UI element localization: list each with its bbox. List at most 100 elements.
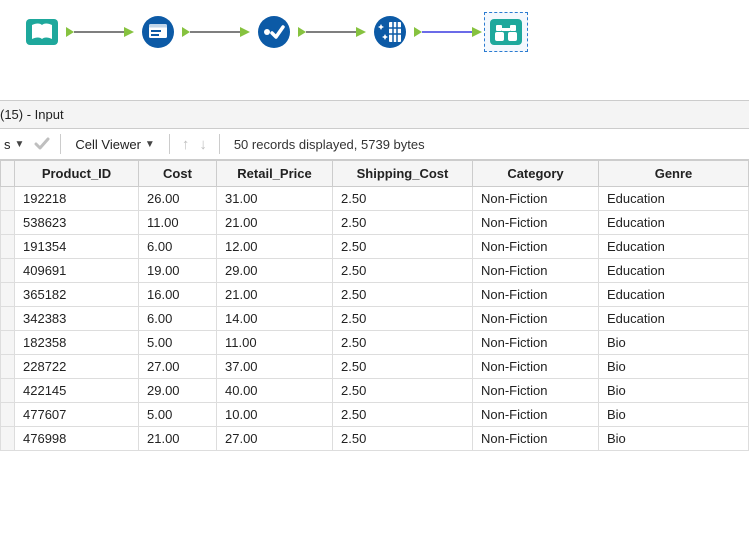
cell-genre[interactable]: Bio [599,427,749,451]
table-row[interactable]: 53862311.0021.002.50Non-FictionEducation [1,211,749,235]
cell-category[interactable]: Non-Fiction [473,427,599,451]
cell-retail-price[interactable]: 31.00 [217,187,333,211]
cell-retail-price[interactable]: 12.00 [217,235,333,259]
cell-shipping-cost[interactable]: 2.50 [333,283,473,307]
cell-category[interactable]: Non-Fiction [473,355,599,379]
cell-shipping-cost[interactable]: 2.50 [333,331,473,355]
table-row[interactable]: 3423836.0014.002.50Non-FictionEducation [1,307,749,331]
cell-product-id[interactable]: 538623 [15,211,139,235]
cell-retail-price[interactable]: 10.00 [217,403,333,427]
cell-cost[interactable]: 29.00 [139,379,217,403]
cell-product-id[interactable]: 342383 [15,307,139,331]
arrow-up-icon[interactable]: ↑ [180,136,192,153]
apply-check-icon[interactable] [34,137,50,151]
cell-shipping-cost[interactable]: 2.50 [333,427,473,451]
cell-genre[interactable]: Education [599,259,749,283]
table-row[interactable]: 40969119.0029.002.50Non-FictionEducation [1,259,749,283]
cell-shipping-cost[interactable]: 2.50 [333,403,473,427]
table-row[interactable]: 36518216.0021.002.50Non-FictionEducation [1,283,749,307]
col-header-retail-price[interactable]: Retail_Price [217,161,333,187]
cell-genre[interactable]: Education [599,235,749,259]
cell-cost[interactable]: 5.00 [139,403,217,427]
cell-genre[interactable]: Education [599,283,749,307]
cell-cost[interactable]: 6.00 [139,235,217,259]
cell-category[interactable]: Non-Fiction [473,307,599,331]
col-header-shipping-cost[interactable]: Shipping_Cost [333,161,473,187]
table-row[interactable]: 22872227.0037.002.50Non-FictionBio [1,355,749,379]
cell-category[interactable]: Non-Fiction [473,379,599,403]
cell-genre[interactable]: Bio [599,403,749,427]
cell-cost[interactable]: 6.00 [139,307,217,331]
workflow-node-browse[interactable] [136,12,180,52]
cell-product-id[interactable]: 409691 [15,259,139,283]
cell-genre[interactable]: Education [599,307,749,331]
cell-shipping-cost[interactable]: 2.50 [333,379,473,403]
cell-retail-price[interactable]: 21.00 [217,283,333,307]
cell-shipping-cost[interactable]: 2.50 [333,259,473,283]
workflow-node-input[interactable] [20,12,64,52]
col-header-cost[interactable]: Cost [139,161,217,187]
cell-genre[interactable]: Bio [599,331,749,355]
cell-shipping-cost[interactable]: 2.50 [333,235,473,259]
cell-category[interactable]: Non-Fiction [473,211,599,235]
table-row[interactable]: 1913546.0012.002.50Non-FictionEducation [1,235,749,259]
browse-icon [140,14,176,50]
row-gutter [1,427,15,451]
table-row[interactable]: 19221826.0031.002.50Non-FictionEducation [1,187,749,211]
col-header-category[interactable]: Category [473,161,599,187]
cell-viewer-label: Cell Viewer [75,137,141,152]
arrow-down-icon[interactable]: ↓ [197,136,209,153]
col-header-product-id[interactable]: Product_ID [15,161,139,187]
separator [60,134,61,154]
cell-retail-price[interactable]: 11.00 [217,331,333,355]
cell-product-id[interactable]: 476998 [15,427,139,451]
workflow-node-cleanse[interactable] [368,12,412,52]
workflow-node-select[interactable] [252,12,296,52]
cell-product-id[interactable]: 192218 [15,187,139,211]
cell-cost[interactable]: 11.00 [139,211,217,235]
cell-cost[interactable]: 21.00 [139,427,217,451]
cell-cost[interactable]: 16.00 [139,283,217,307]
cell-retail-price[interactable]: 14.00 [217,307,333,331]
cell-category[interactable]: Non-Fiction [473,259,599,283]
cell-retail-price[interactable]: 27.00 [217,427,333,451]
cell-cost[interactable]: 27.00 [139,355,217,379]
table-row[interactable]: 42214529.0040.002.50Non-FictionBio [1,379,749,403]
cell-category[interactable]: Non-Fiction [473,235,599,259]
cell-genre[interactable]: Education [599,211,749,235]
cell-cost[interactable]: 19.00 [139,259,217,283]
col-header-genre[interactable]: Genre [599,161,749,187]
cell-product-id[interactable]: 422145 [15,379,139,403]
cell-shipping-cost[interactable]: 2.50 [333,355,473,379]
cell-shipping-cost[interactable]: 2.50 [333,307,473,331]
cell-genre[interactable]: Bio [599,355,749,379]
cell-cost[interactable]: 5.00 [139,331,217,355]
workflow-canvas[interactable] [0,0,749,100]
table-row[interactable]: 47699821.0027.002.50Non-FictionBio [1,427,749,451]
cell-product-id[interactable]: 228722 [15,355,139,379]
row-gutter [1,259,15,283]
cell-category[interactable]: Non-Fiction [473,283,599,307]
cell-retail-price[interactable]: 40.00 [217,379,333,403]
cell-category[interactable]: Non-Fiction [473,331,599,355]
cell-genre[interactable]: Education [599,187,749,211]
book-icon [24,17,60,47]
cell-retail-price[interactable]: 37.00 [217,355,333,379]
table-row[interactable]: 1823585.0011.002.50Non-FictionBio [1,331,749,355]
cell-product-id[interactable]: 191354 [15,235,139,259]
cell-shipping-cost[interactable]: 2.50 [333,211,473,235]
cell-product-id[interactable]: 365182 [15,283,139,307]
cell-viewer-dropdown[interactable]: Cell Viewer ▼ [71,135,158,154]
workflow-node-find-replace[interactable] [484,12,528,52]
cell-product-id[interactable]: 477607 [15,403,139,427]
cell-shipping-cost[interactable]: 2.50 [333,187,473,211]
cell-product-id[interactable]: 182358 [15,331,139,355]
table-row[interactable]: 4776075.0010.002.50Non-FictionBio [1,403,749,427]
cell-category[interactable]: Non-Fiction [473,187,599,211]
cell-cost[interactable]: 26.00 [139,187,217,211]
cell-retail-price[interactable]: 21.00 [217,211,333,235]
toolbar-dropdown-s[interactable]: s ▼ [0,135,28,154]
cell-category[interactable]: Non-Fiction [473,403,599,427]
cell-genre[interactable]: Bio [599,379,749,403]
cell-retail-price[interactable]: 29.00 [217,259,333,283]
